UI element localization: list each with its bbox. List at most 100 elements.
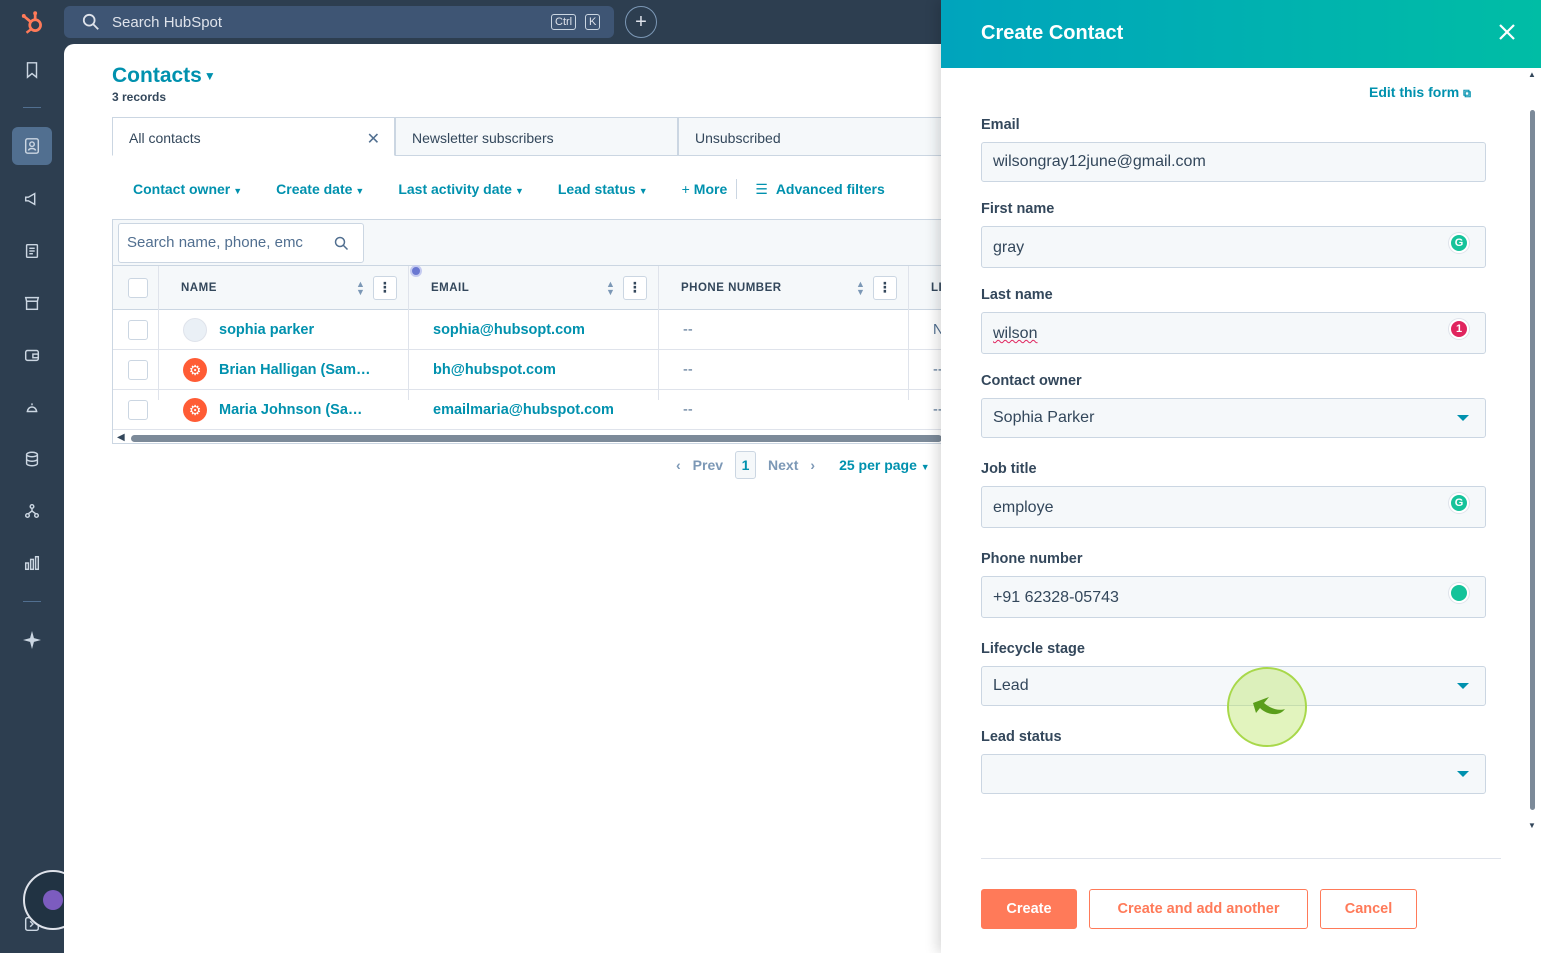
ai-sparkle-icon[interactable] <box>16 624 48 656</box>
email-field[interactable]: wilsongray12june@gmail.com <box>981 142 1486 182</box>
contact-phone: -- <box>683 322 693 338</box>
view-tabs: All contacts ✕ Newsletter subscribers Uns… <box>112 117 961 156</box>
tab-newsletter-subscribers[interactable]: Newsletter subscribers <box>395 117 678 156</box>
scroll-left-icon[interactable]: ◀ <box>117 432 125 443</box>
scroll-down-icon[interactable]: ▼ <box>1528 821 1536 830</box>
commerce-icon[interactable] <box>16 287 48 319</box>
left-navigation <box>0 0 83 953</box>
database-icon[interactable] <box>16 443 48 475</box>
email-label: Email <box>981 117 1020 133</box>
row-checkbox[interactable] <box>128 320 148 340</box>
contact-email-link[interactable]: bh@hubspot.com <box>433 350 653 390</box>
filter-bar: Contact owner ▼ Create date ▼ Last activit… <box>133 179 919 199</box>
contact-email-link[interactable]: emailmaria@hubspot.com <box>433 390 653 430</box>
cursor-highlight <box>1227 667 1307 747</box>
column-name[interactable]: NAME <box>181 266 217 310</box>
wallet-icon[interactable] <box>16 339 48 371</box>
lead-status-filter[interactable]: Lead status ▼ <box>558 181 648 197</box>
table-search-input[interactable]: Search name, phone, emc <box>118 223 364 263</box>
contact-name-link[interactable]: sophia parker <box>219 310 399 350</box>
scroll-up-icon[interactable]: ▲ <box>1528 70 1536 79</box>
create-new-button[interactable]: + <box>625 6 657 38</box>
table-row[interactable]: ⚙ Maria Johnson (Sa… emailmaria@hubspot.… <box>113 390 943 430</box>
prev-page-button[interactable]: Prev <box>693 457 723 473</box>
column-email[interactable]: EMAIL <box>431 266 469 310</box>
select-all-checkbox[interactable] <box>128 278 148 298</box>
first-name-label: First name <box>981 201 1055 217</box>
document-icon[interactable] <box>16 235 48 267</box>
shortcut-ctrl: Ctrl <box>551 14 577 30</box>
lead-status-select[interactable] <box>981 754 1486 794</box>
grammarly-icon[interactable]: G <box>1449 233 1469 253</box>
row-checkbox[interactable] <box>128 360 148 380</box>
current-page[interactable]: 1 <box>735 451 757 479</box>
column-options-button[interactable]: ⋮ <box>373 276 397 300</box>
hubspot-avatar-icon: ⚙ <box>183 398 207 422</box>
nav-divider <box>23 601 41 602</box>
per-page-dropdown[interactable]: 25 per page ▼ <box>839 457 930 473</box>
filter-divider <box>736 179 738 199</box>
advanced-filters-button[interactable]: ☰ Advanced filters <box>755 181 885 198</box>
contact-email-link[interactable]: sophia@hubsopt.com <box>433 310 653 350</box>
contact-name-link[interactable]: Maria Johnson (Sa… <box>219 390 399 430</box>
more-filters-button[interactable]: + More <box>682 181 728 197</box>
bookmark-icon[interactable] <box>16 54 48 86</box>
horizontal-scrollbar[interactable]: ◀ <box>113 432 942 444</box>
grammarly-icon[interactable]: G <box>1449 493 1469 513</box>
last-name-field[interactable]: wilson 1 <box>981 312 1486 354</box>
create-date-filter[interactable]: Create date ▼ <box>276 181 364 197</box>
megaphone-icon[interactable] <box>16 183 48 215</box>
create-button[interactable]: Create <box>981 889 1077 929</box>
create-and-add-another-button[interactable]: Create and add another <box>1089 889 1308 929</box>
grammarly-icon[interactable] <box>1449 583 1469 603</box>
hubspot-logo-icon[interactable] <box>20 10 46 36</box>
sort-icon[interactable]: ▲ ▼ <box>606 280 615 297</box>
first-name-field[interactable]: gray G <box>981 226 1486 268</box>
last-activity-filter[interactable]: Last activity date ▼ <box>398 181 524 197</box>
page-title[interactable]: Contacts ▼ <box>112 64 216 88</box>
row-checkbox[interactable] <box>128 400 148 420</box>
reports-icon[interactable] <box>16 547 48 579</box>
shortcut-key: K <box>585 14 601 30</box>
grammarly-alert-icon[interactable]: 1 <box>1449 319 1469 339</box>
contact-owner-select[interactable]: Sophia Parker <box>981 398 1486 438</box>
tab-unsubscribed[interactable]: Unsubscribed <box>678 117 961 156</box>
contact-owner-label: Contact owner <box>981 373 1082 389</box>
scrollbar-thumb[interactable] <box>1530 110 1535 810</box>
sort-icon[interactable]: ▲ ▼ <box>856 280 865 297</box>
column-options-button[interactable]: ⋮ <box>623 276 647 300</box>
search-icon <box>334 236 349 251</box>
contact-owner-filter[interactable]: Contact owner ▼ <box>133 181 242 197</box>
phone-number-label: Phone number <box>981 551 1083 567</box>
edit-form-link[interactable]: Edit this form ⧉ <box>1369 84 1471 101</box>
panel-header: Create Contact <box>941 0 1541 68</box>
sort-icon[interactable]: ▲ ▼ <box>356 280 365 297</box>
cancel-button[interactable]: Cancel <box>1320 889 1417 929</box>
service-bell-icon[interactable] <box>16 391 48 423</box>
column-resize-handle[interactable] <box>410 265 422 277</box>
scrollbar-thumb[interactable] <box>131 435 942 442</box>
column-phone[interactable]: PHONE NUMBER <box>681 266 782 310</box>
phone-number-field[interactable]: +91 62328-05743 <box>981 576 1486 618</box>
close-icon[interactable]: ✕ <box>367 129 380 149</box>
contact-phone: -- <box>683 402 693 418</box>
contacts-page: Contacts ▼ 3 records All contacts ✕ Newsle… <box>64 44 961 953</box>
workflows-icon[interactable] <box>16 495 48 527</box>
create-contact-panel: Create Contact Edit this form ⧉ Email wi… <box>941 0 1541 953</box>
plus-icon: + <box>681 181 690 197</box>
job-title-field[interactable]: employe G <box>981 486 1486 528</box>
close-icon[interactable] <box>1495 20 1519 44</box>
column-options-button[interactable]: ⋮ <box>873 276 897 300</box>
contacts-icon[interactable] <box>12 127 52 165</box>
plus-icon: + <box>635 10 647 33</box>
table-row[interactable]: sophia parker sophia@hubsopt.com -- N <box>113 310 943 350</box>
job-title-label: Job title <box>981 461 1037 477</box>
table-row[interactable]: ⚙ Brian Halligan (Sam… bh@hubspot.com --… <box>113 350 943 390</box>
contact-name-link[interactable]: Brian Halligan (Sam… <box>219 350 399 390</box>
search-icon <box>82 13 99 30</box>
vertical-scrollbar[interactable]: ▲ ▼ <box>1528 70 1537 830</box>
next-page-button[interactable]: Next <box>768 457 798 473</box>
caret-down-icon <box>1457 415 1469 421</box>
global-search-input[interactable]: Search HubSpot Ctrl K <box>64 6 614 38</box>
tab-all-contacts[interactable]: All contacts ✕ <box>112 117 395 156</box>
